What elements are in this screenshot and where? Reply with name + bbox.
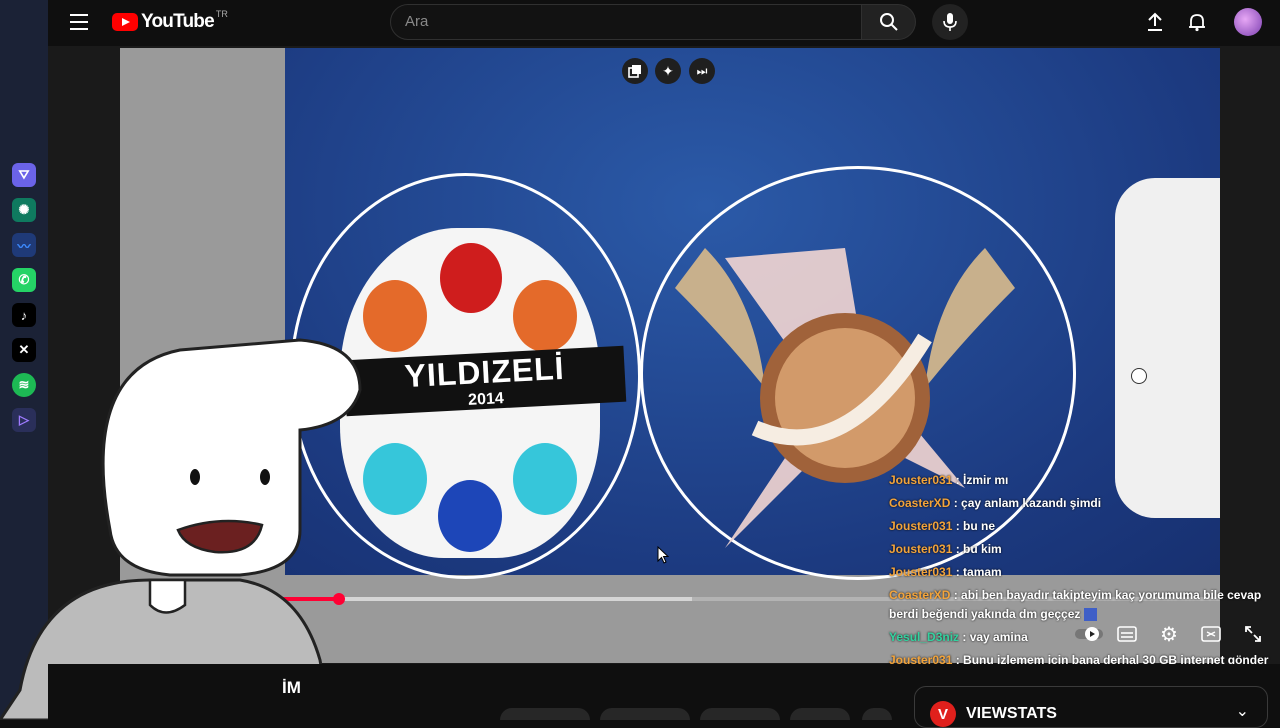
top-bar: YouTube TR: [48, 0, 1280, 46]
chat-user: CoasterXD: [889, 496, 951, 510]
search-icon: [879, 13, 898, 31]
copy-icon: [628, 65, 641, 78]
next-button[interactable]: ⏭: [689, 58, 715, 84]
chatgpt-icon[interactable]: ✺: [12, 198, 36, 222]
gear-icon: ⚙: [1160, 623, 1178, 646]
chat-message: Jouster031 : bu ne: [889, 519, 996, 533]
cartoon-character: [0, 338, 362, 720]
cyan-dot-right: [513, 443, 577, 515]
captions-icon: [1117, 626, 1137, 642]
cursor-ring: [1131, 368, 1147, 384]
like-button[interactable]: [500, 708, 590, 720]
skip-next-icon: ⏭: [696, 63, 708, 78]
video-title-fragment: İM: [282, 678, 301, 697]
more-button[interactable]: [862, 708, 892, 720]
chat-text: İzmir mı: [963, 473, 1009, 487]
logo-text: YouTube: [141, 11, 215, 32]
autoplay-icon: [1075, 627, 1103, 641]
mouse-cursor-icon: [657, 546, 669, 564]
chat-text: abi ben bayadır takipteyim kaç yorumuma …: [961, 588, 1262, 602]
microphone-icon: [943, 13, 957, 31]
emblem-title: YILDIZELİ: [403, 349, 566, 394]
settings-button[interactable]: ⚙: [1157, 622, 1181, 646]
red-dot: [440, 243, 502, 313]
miniplayer-button[interactable]: [622, 58, 648, 84]
youtube-logo[interactable]: YouTube TR: [112, 9, 228, 33]
search-box: [390, 4, 862, 40]
theater-icon: [1201, 626, 1221, 642]
emblem-year: 2014: [467, 389, 505, 409]
chat-user: Jouster031: [889, 473, 953, 487]
chat-user: Jouster031: [889, 519, 953, 533]
chat-text: tamam: [963, 565, 1002, 579]
viewstats-title: VIEWSTATS: [966, 705, 1057, 722]
chat-message: Jouster031 : tamam: [889, 565, 1002, 579]
chat-message: CoasterXD : çay anlam kazandı şimdi: [889, 496, 1102, 510]
blue-dot: [438, 480, 502, 552]
create-button[interactable]: [1143, 10, 1167, 34]
search-input[interactable]: [391, 5, 859, 38]
chat-message-continued: berdi beğendi yakında dm geççez: [889, 607, 1269, 622]
chat-text: bu ne: [963, 519, 996, 533]
chat-text: bu kim: [963, 542, 1002, 556]
sparkle-icon: ✦: [662, 62, 674, 79]
share-button[interactable]: [600, 708, 690, 720]
chat-user: Jouster031: [889, 542, 953, 556]
chat-message: CoasterXD : abi ben bayadır takipteyim k…: [889, 588, 1262, 602]
chat-text: vay amina: [969, 630, 1028, 644]
viewstats-panel[interactable]: V VIEWSTATS ⌄: [914, 686, 1268, 728]
emoji-icon: [1083, 608, 1097, 622]
subtitles-button[interactable]: [1115, 622, 1139, 646]
youtube-play-icon: [112, 13, 138, 31]
chat-user: Yesul_D3niz: [889, 630, 960, 644]
avatar[interactable]: [1234, 8, 1262, 36]
country-code: TR: [215, 9, 228, 19]
notifications-button[interactable]: [1185, 10, 1209, 34]
menu-icon[interactable]: [70, 14, 88, 30]
search-button[interactable]: [862, 4, 916, 40]
arc-app-icon[interactable]: ⛛: [12, 163, 36, 187]
voice-search-button[interactable]: [932, 4, 968, 40]
fullscreen-button[interactable]: [1241, 622, 1265, 646]
sparkle-button[interactable]: ✦: [655, 58, 681, 84]
chat-message: Jouster031 : bu kim: [889, 542, 1002, 556]
expand-icon: [1245, 626, 1261, 642]
upload-icon: [1148, 12, 1162, 31]
viewstats-logo-icon: V: [930, 701, 956, 727]
autoplay-toggle[interactable]: [1074, 622, 1108, 646]
chat-user: Jouster031: [889, 565, 953, 579]
chat-message: Jouster031 : İzmir mı: [889, 473, 1009, 487]
bell-icon: [1189, 14, 1205, 32]
chat-text: berdi beğendi yakında dm geççez: [889, 607, 1081, 621]
chat-text: çay anlam kazandı şimdi: [961, 496, 1102, 510]
clip-button[interactable]: [790, 708, 850, 720]
chevron-down-icon[interactable]: ⌄: [1236, 701, 1249, 721]
chat-user: CoasterXD: [889, 588, 951, 602]
tiktok-icon[interactable]: ♪: [12, 303, 36, 327]
orange-dot-right: [513, 280, 577, 352]
partial-figure: [1115, 178, 1220, 518]
messenger-icon[interactable]: 〰: [12, 233, 36, 257]
whatsapp-icon[interactable]: ✆: [12, 268, 36, 292]
download-button[interactable]: [700, 708, 780, 720]
theater-mode-button[interactable]: [1199, 622, 1223, 646]
